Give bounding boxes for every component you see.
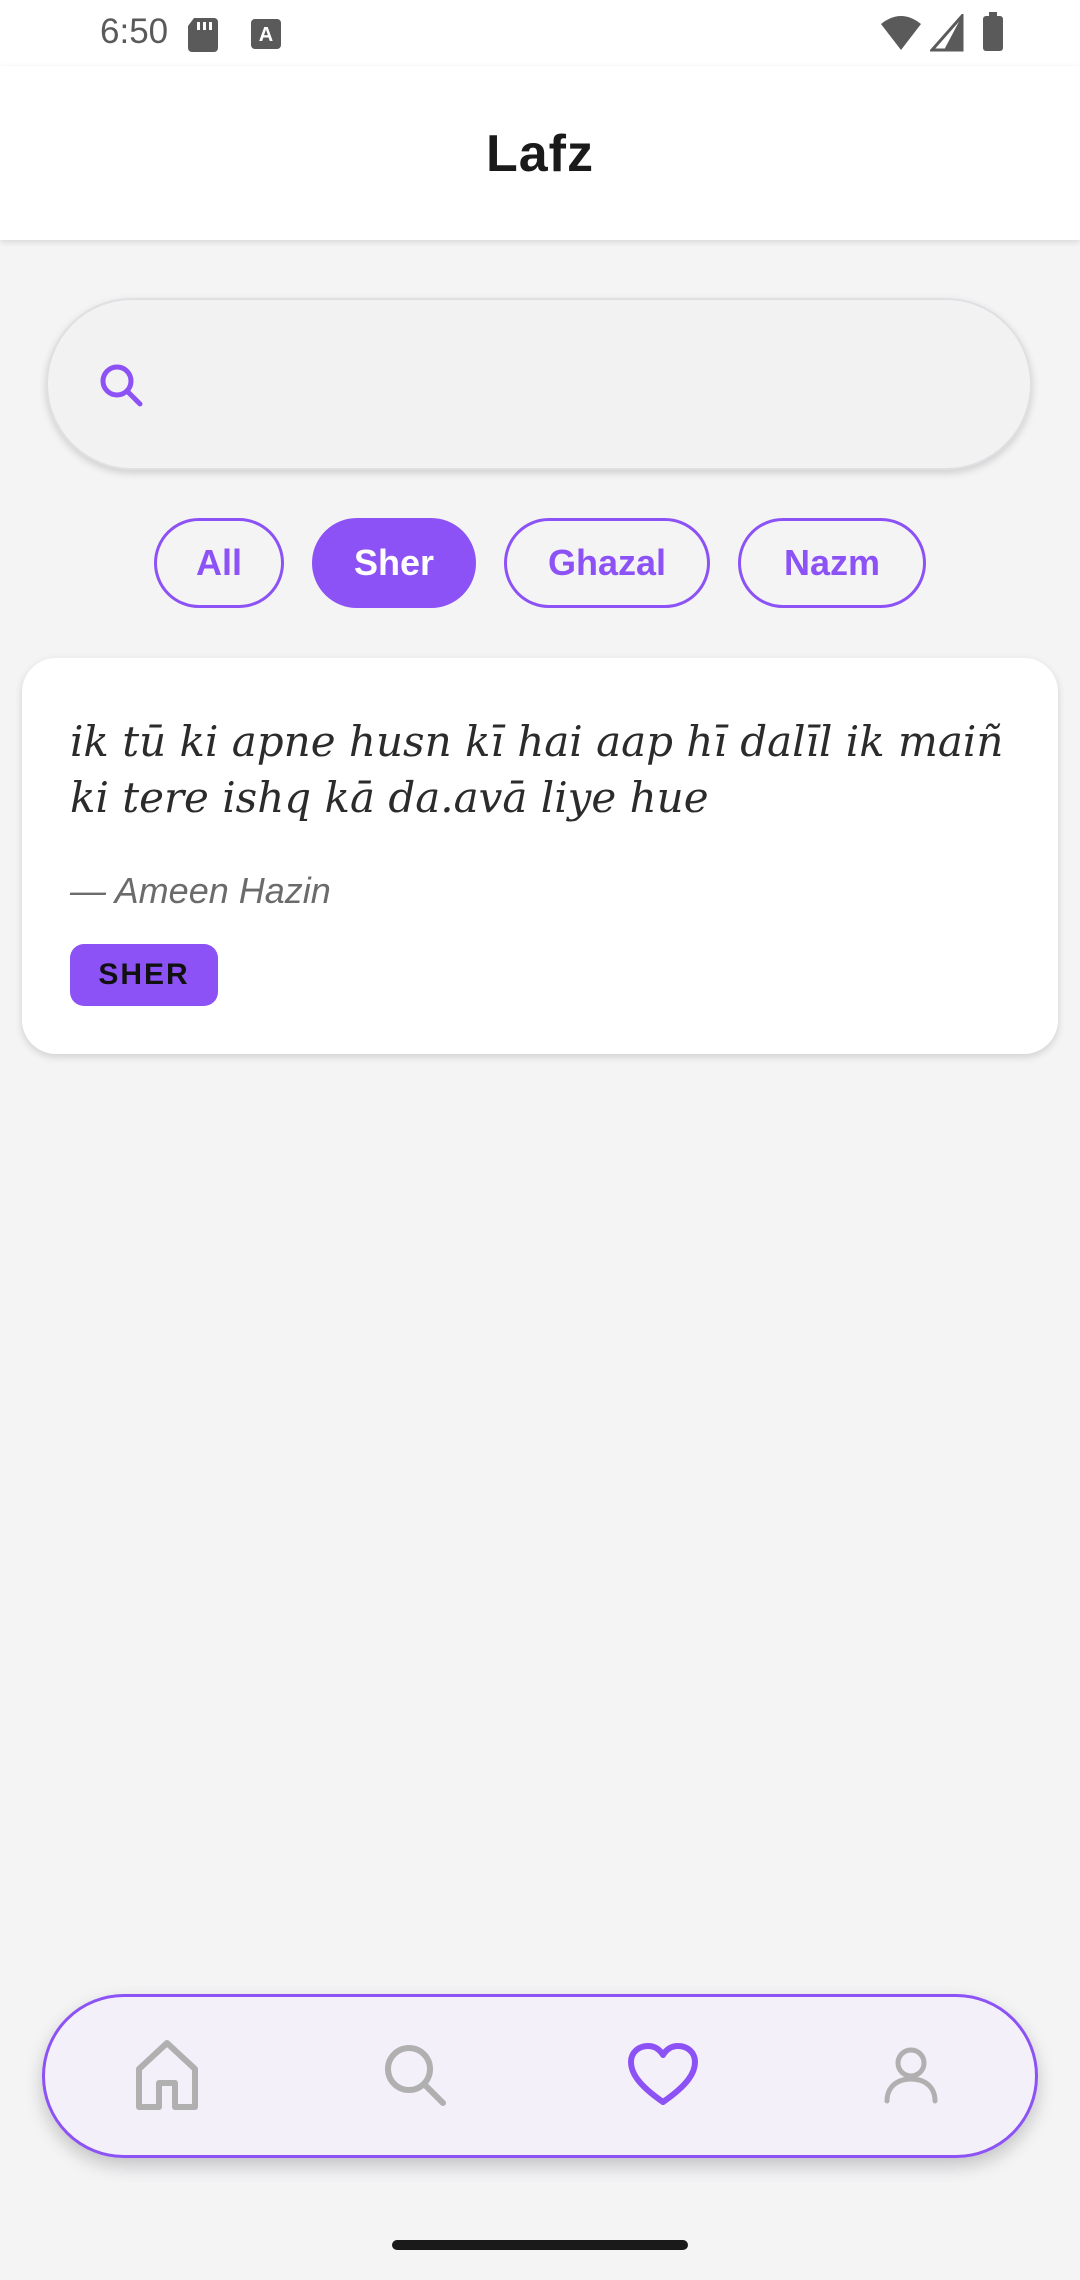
- app-screen: 6:50 A Lafz All Sher Ghazal Nazm ik tū k…: [0, 0, 1080, 2280]
- search-input[interactable]: [168, 340, 992, 432]
- wifi-icon: [881, 16, 921, 50]
- poet-name: — Ameen Hazin: [70, 870, 331, 911]
- cell-signal-icon: [930, 14, 964, 52]
- svg-text:A: A: [259, 24, 273, 46]
- profile-icon: [884, 2047, 938, 2104]
- filter-chip-sher[interactable]: Sher: [312, 518, 476, 608]
- heart-icon: [628, 2043, 698, 2105]
- nav-favorites-button[interactable]: [623, 2035, 703, 2115]
- status-time: 6:50: [100, 12, 169, 51]
- filter-chip-ghazal[interactable]: Ghazal: [504, 518, 710, 608]
- status-bar: 6:50 A: [0, 0, 1080, 66]
- keyboard-a-icon: A: [251, 19, 281, 49]
- page-title: Lafz: [486, 125, 594, 183]
- poem-card[interactable]: ik tū ki apne husn kī hai aap hī dalīl i…: [22, 658, 1058, 1054]
- chip-label: Nazm: [783, 542, 881, 583]
- search-bar[interactable]: [46, 298, 1032, 470]
- filter-chip-all[interactable]: All: [154, 518, 284, 608]
- nav-home-button[interactable]: [127, 2035, 207, 2115]
- app-header: Lafz: [0, 66, 1080, 240]
- battery-icon: [983, 12, 1003, 51]
- sd-card-icon: [188, 18, 218, 52]
- chip-label: Sher: [353, 542, 435, 583]
- poem-text: ik tū ki apne husn kī hai aap hī dalīl i…: [70, 717, 1004, 822]
- chip-label: All: [195, 542, 242, 583]
- home-icon: [136, 2040, 198, 2110]
- nav-profile-button[interactable]: [871, 2035, 951, 2115]
- filter-chip-nazm[interactable]: Nazm: [738, 518, 926, 608]
- nav-search-button[interactable]: [375, 2035, 455, 2115]
- category-badge: SHER: [70, 944, 218, 1006]
- bottom-nav: [42, 1994, 1038, 2158]
- home-indicator[interactable]: [392, 2240, 688, 2250]
- search-icon: [385, 2045, 446, 2106]
- chip-label: Ghazal: [547, 542, 667, 583]
- search-icon: [100, 364, 143, 407]
